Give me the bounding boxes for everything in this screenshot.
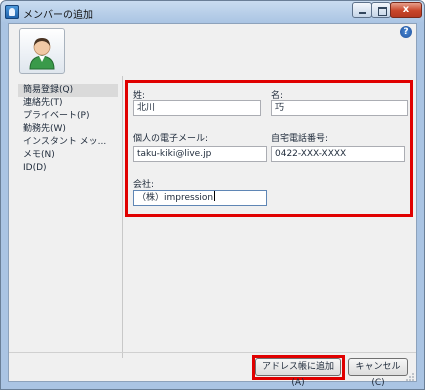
contact-app-icon	[5, 5, 19, 19]
nav-item-instant-messaging[interactable]: インスタント メッ...	[18, 136, 118, 149]
minimize-icon	[359, 12, 366, 14]
maximize-icon	[378, 7, 387, 16]
dialog-body: ? 簡易登録(Q) 連絡先(T) プライベート(P) 勤務先(W) インスタント…	[8, 23, 417, 388]
email-input[interactable]: taku-kiki@live.jp	[133, 146, 267, 162]
home-phone-label: 自宅電話番号:	[271, 134, 329, 144]
nav-divider	[122, 76, 123, 358]
add-member-window: メンバーの追加 x ? 簡易登録(Q) 連絡先(T) プライベート(P) 勤務先…	[0, 0, 425, 390]
minimize-button[interactable]	[352, 2, 372, 18]
avatar[interactable]	[19, 28, 65, 74]
title-bar[interactable]: メンバーの追加 x	[1, 1, 424, 23]
maximize-button[interactable]	[371, 2, 391, 18]
company-label: 会社:	[133, 180, 155, 190]
resize-grip-icon[interactable]	[405, 372, 415, 382]
company-input[interactable]: （株）impression	[133, 190, 267, 206]
cancel-button[interactable]: キャンセル(C)	[348, 358, 408, 388]
home-phone-input[interactable]: 0422-XXX-XXXX	[271, 146, 405, 162]
close-icon: x	[402, 4, 410, 15]
nav-item-id[interactable]: ID(D)	[18, 162, 118, 175]
company-input-value: （株）impression	[137, 193, 214, 203]
header-area: ?	[9, 24, 416, 84]
nav-item-contact[interactable]: 連絡先(T)	[18, 97, 118, 110]
text-cursor	[214, 191, 216, 201]
nav-item-quick-entry[interactable]: 簡易登録(Q)	[18, 84, 118, 97]
email-label: 個人の電子メール:	[133, 134, 209, 144]
nav-item-memo[interactable]: メモ(N)	[18, 149, 118, 162]
add-to-address-book-button[interactable]: アドレス帳に追加(A)	[255, 358, 341, 388]
nav-item-work[interactable]: 勤務先(W)	[18, 123, 118, 136]
last-name-input[interactable]: 北川	[133, 100, 261, 116]
person-avatar-icon	[29, 38, 55, 70]
close-button[interactable]: x	[390, 2, 422, 18]
footer-separator	[9, 352, 416, 353]
nav-item-private[interactable]: プライベート(P)	[18, 110, 118, 123]
help-icon[interactable]: ?	[400, 26, 412, 38]
first-name-input[interactable]: 巧	[271, 100, 408, 116]
category-nav: 簡易登録(Q) 連絡先(T) プライベート(P) 勤務先(W) インスタント メ…	[18, 84, 118, 354]
window-title: メンバーの追加	[23, 10, 93, 21]
